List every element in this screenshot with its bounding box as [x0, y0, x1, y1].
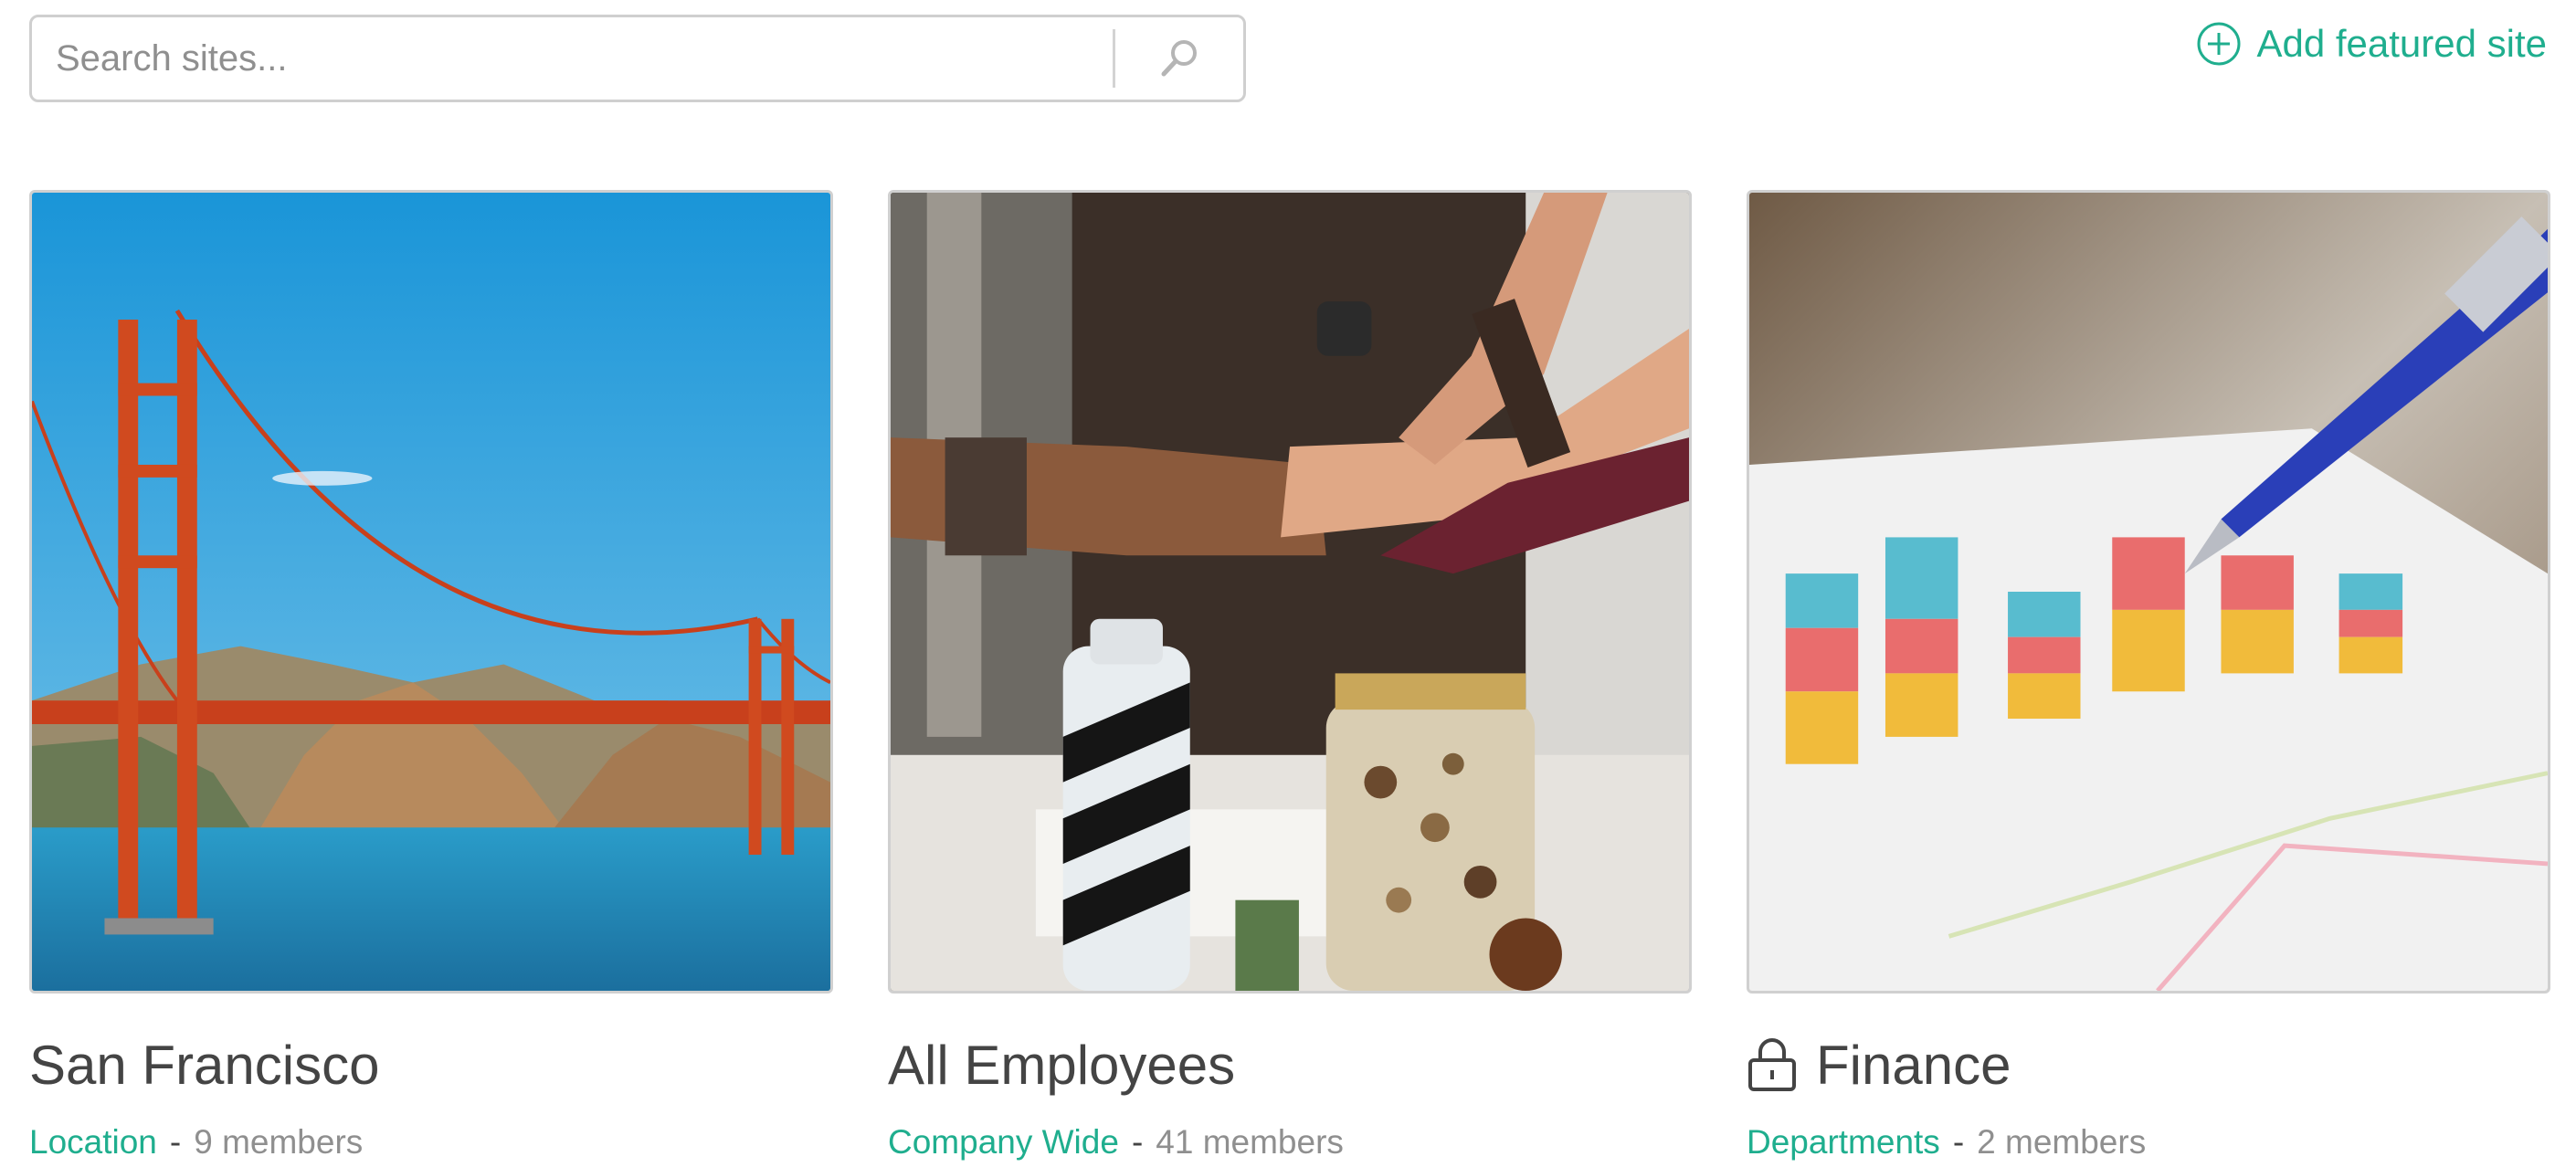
plus-circle-icon [2197, 22, 2241, 66]
site-title-row: San Francisco [29, 1026, 833, 1103]
site-title[interactable]: Finance [1816, 1034, 2011, 1097]
site-title-row: Finance [1747, 1026, 2550, 1103]
add-featured-site-button[interactable]: Add featured site [2196, 18, 2547, 69]
search-icon [1161, 40, 1197, 77]
site-image-golden-gate-bridge[interactable] [29, 190, 833, 994]
site-title[interactable]: All Employees [888, 1034, 1235, 1097]
site-meta: Company Wide - 41 members [888, 1123, 1692, 1162]
site-meta: Location - 9 members [29, 1123, 833, 1162]
site-member-count: 41 members [1156, 1123, 1344, 1161]
site-category-link[interactable]: Departments [1747, 1123, 1940, 1162]
add-featured-site-label: Add featured site [2256, 22, 2547, 65]
site-category-link[interactable]: Location [29, 1123, 157, 1162]
search-input[interactable] [32, 17, 1113, 100]
site-card-all-employees[interactable]: All Employees Company Wide - 41 members [888, 190, 1692, 1162]
lock-icon [1748, 1038, 1796, 1091]
meta-separator: - [1131, 1123, 1144, 1161]
site-category-link[interactable]: Company Wide [888, 1123, 1119, 1162]
site-image-bar-chart-with-pen[interactable] [1747, 190, 2550, 994]
search-box [29, 15, 1246, 102]
site-meta: Departments - 2 members [1747, 1123, 2550, 1162]
featured-sites-page: Add featured site [0, 0, 2576, 1167]
site-member-count: 2 members [1977, 1123, 2147, 1161]
search-button[interactable] [1115, 17, 1243, 100]
site-card-san-francisco[interactable]: San Francisco Location - 9 members [29, 190, 833, 1162]
site-title[interactable]: San Francisco [29, 1034, 380, 1097]
site-title-row: All Employees [888, 1026, 1692, 1103]
meta-separator: - [1952, 1123, 1965, 1161]
site-card-finance[interactable]: Finance Departments - 2 members [1747, 190, 2550, 1162]
site-card-grid: San Francisco Location - 9 members All E… [29, 190, 2550, 1162]
site-member-count: 9 members [194, 1123, 364, 1161]
site-image-team-fist-bump[interactable] [888, 190, 1692, 994]
meta-separator: - [169, 1123, 182, 1161]
